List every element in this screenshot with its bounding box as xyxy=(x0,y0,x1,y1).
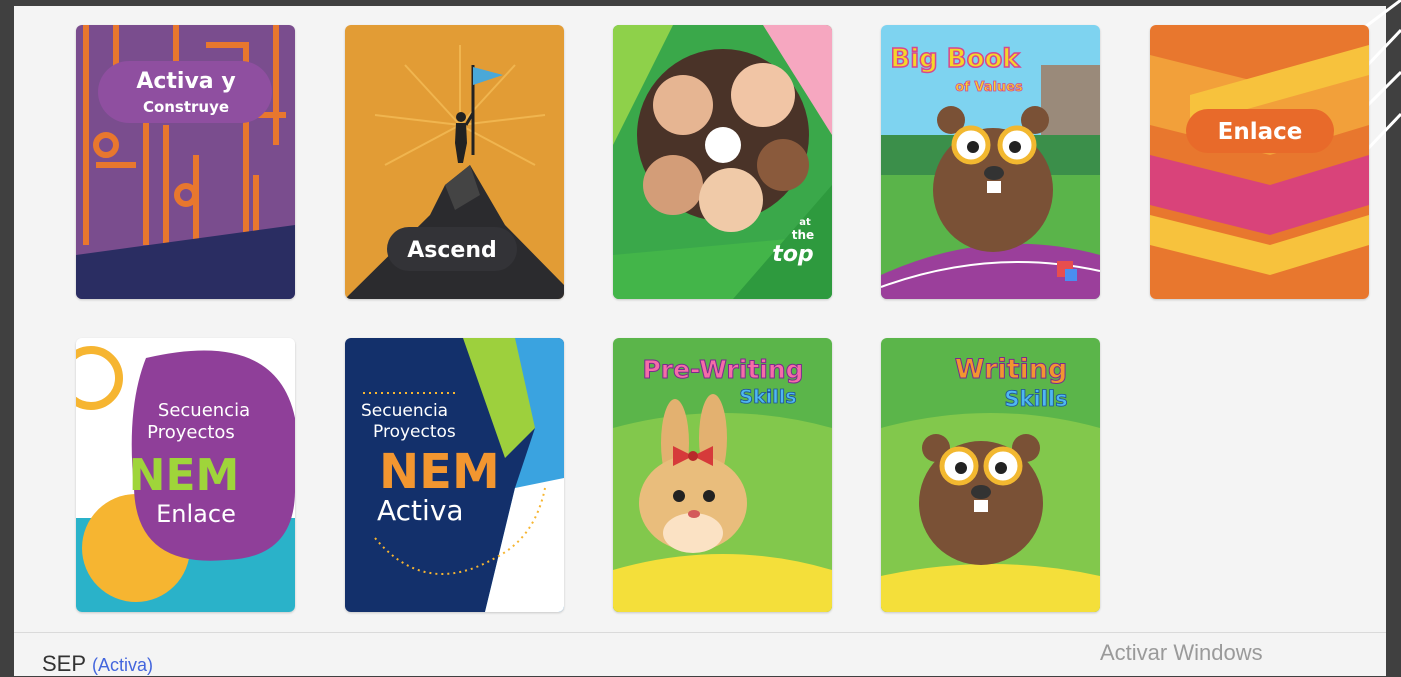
book-at-the-top-logo-line1: at xyxy=(799,217,811,228)
section-label-text: SEP xyxy=(42,651,87,676)
book-nem-enlace-line2: Proyectos xyxy=(147,422,235,443)
book-activa-title-line2: Construye xyxy=(143,98,229,116)
book-cover-at-the-top: at the top xyxy=(613,25,832,299)
book-pre-writing-title-line1: Pre-Writing xyxy=(642,355,803,384)
book-cover-big-book: Big Book of Values xyxy=(881,25,1100,299)
book-cover-nem-activa: Secuencia Proyectos NEM Activa xyxy=(345,338,564,612)
book-cover-pre-writing: Pre-Writing Skills xyxy=(613,338,832,612)
book-pre-writing-title-line2: Skills xyxy=(739,386,796,408)
book-activa-y-construye[interactable]: Activa y Construye xyxy=(76,25,295,299)
book-enlace-title: Enlace xyxy=(1218,119,1303,145)
book-enlace[interactable]: Enlace xyxy=(1150,25,1369,299)
book-ascend-title: Ascend xyxy=(407,238,497,263)
book-at-the-top-logo-line3: top xyxy=(772,242,813,267)
book-nem-enlace-line1: Secuencia xyxy=(158,400,250,421)
book-writing-title-line1: Writing xyxy=(955,354,1068,385)
book-nem-activa-line1: Secuencia xyxy=(361,401,448,421)
book-cover-writing: Writing Skills xyxy=(881,338,1100,612)
book-nem-enlace[interactable]: Secuencia Proyectos NEM Enlace xyxy=(76,338,295,612)
book-activa-title-line1: Activa y xyxy=(136,69,235,94)
book-big-book-title-line1: Big Book xyxy=(890,44,1020,74)
book-big-book-title-line2: of Values xyxy=(955,80,1023,95)
book-nem-enlace-line3: NEM xyxy=(129,450,240,501)
book-cover-enlace: Enlace xyxy=(1150,25,1369,299)
book-at-the-top-logo-line2: the xyxy=(792,228,814,242)
book-nem-activa-line4: Activa xyxy=(377,494,464,527)
book-nem-activa-line3: NEM xyxy=(379,444,500,500)
book-big-book-of-values[interactable]: Big Book of Values xyxy=(881,25,1100,299)
book-nem-activa[interactable]: Secuencia Proyectos NEM Activa xyxy=(345,338,564,612)
book-nem-activa-line2: Proyectos xyxy=(373,422,456,442)
book-ascend[interactable]: Ascend xyxy=(345,25,564,299)
book-at-the-top[interactable]: at the top xyxy=(613,25,832,299)
section-sublabel[interactable]: (Activa) xyxy=(92,655,153,675)
book-writing-skills[interactable]: Writing Skills xyxy=(881,338,1100,612)
book-pre-writing-skills[interactable]: Pre-Writing Skills xyxy=(613,338,832,612)
section-label: SEP (Activa) xyxy=(42,651,153,677)
section-divider xyxy=(14,632,1386,633)
book-cover-nem-enlace: Secuencia Proyectos NEM Enlace xyxy=(76,338,295,612)
book-cover-ascend: Ascend xyxy=(345,25,564,299)
book-cover-activa: Activa y Construye xyxy=(76,25,295,299)
book-nem-enlace-line4: Enlace xyxy=(156,500,236,528)
activate-windows-watermark: Activar Windows xyxy=(1100,640,1263,665)
book-writing-title-line2: Skills xyxy=(1004,387,1067,411)
